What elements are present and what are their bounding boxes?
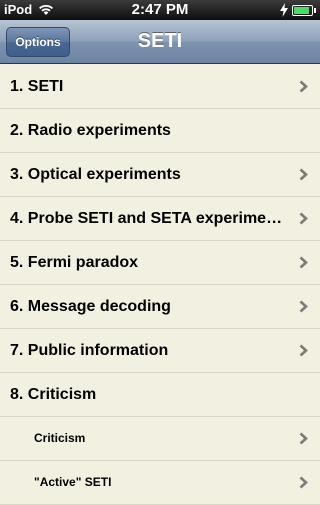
list-item[interactable]: 4. Probe SETI and SETA experiments [0, 197, 320, 241]
list-item[interactable]: 7. Public information [0, 329, 320, 373]
list-item-label: 7. Public information [10, 342, 169, 359]
chevron-right-icon [299, 212, 308, 225]
list-item-label: "Active" SETI [34, 475, 112, 489]
list-item[interactable]: 8. Criticism [0, 373, 320, 417]
list-item[interactable]: Criticism [0, 417, 320, 461]
battery-icon [292, 5, 316, 16]
list-item[interactable]: 1. SETI [0, 65, 320, 109]
list-item[interactable]: 2. Radio experiments [0, 109, 320, 153]
navigation-bar: Options SETI [0, 20, 320, 64]
list-item-label: 8. Criticism [10, 386, 97, 403]
list-item[interactable]: 5. Fermi paradox [0, 241, 320, 285]
list-item-label: 6. Message decoding [10, 298, 171, 315]
status-bar: iPod 2:47 PM [0, 0, 320, 20]
page-title: SETI [137, 30, 183, 52]
options-button[interactable]: Options [6, 27, 70, 57]
list-item-label: 2. Radio experiments [10, 122, 171, 139]
list-item[interactable]: 6. Message decoding [0, 285, 320, 329]
chevron-right-icon [299, 432, 308, 445]
list-item-label: 5. Fermi paradox [10, 254, 139, 271]
chevron-right-icon [299, 476, 308, 489]
table-of-contents-list: 1. SETI 2. Radio experiments 3. Optical ex… [0, 65, 320, 505]
chevron-right-icon [299, 256, 308, 269]
list-item-label: 3. Optical experiments [10, 166, 181, 183]
list-item[interactable]: 3. Optical experiments [0, 153, 320, 197]
list-item[interactable]: "Active" SETI [0, 461, 320, 505]
chevron-right-icon [299, 344, 308, 357]
list-item-label: 4. Probe SETI and SETA experiments [10, 210, 285, 227]
battery-level [294, 7, 310, 14]
list-item-label: Criticism [34, 431, 86, 445]
status-time: 2:47 PM [131, 1, 189, 18]
chevron-right-icon [299, 168, 308, 181]
chevron-right-icon [299, 80, 308, 93]
charging-icon [280, 3, 288, 17]
list-item-label: 1. SETI [10, 78, 64, 95]
chevron-right-icon [299, 300, 308, 313]
